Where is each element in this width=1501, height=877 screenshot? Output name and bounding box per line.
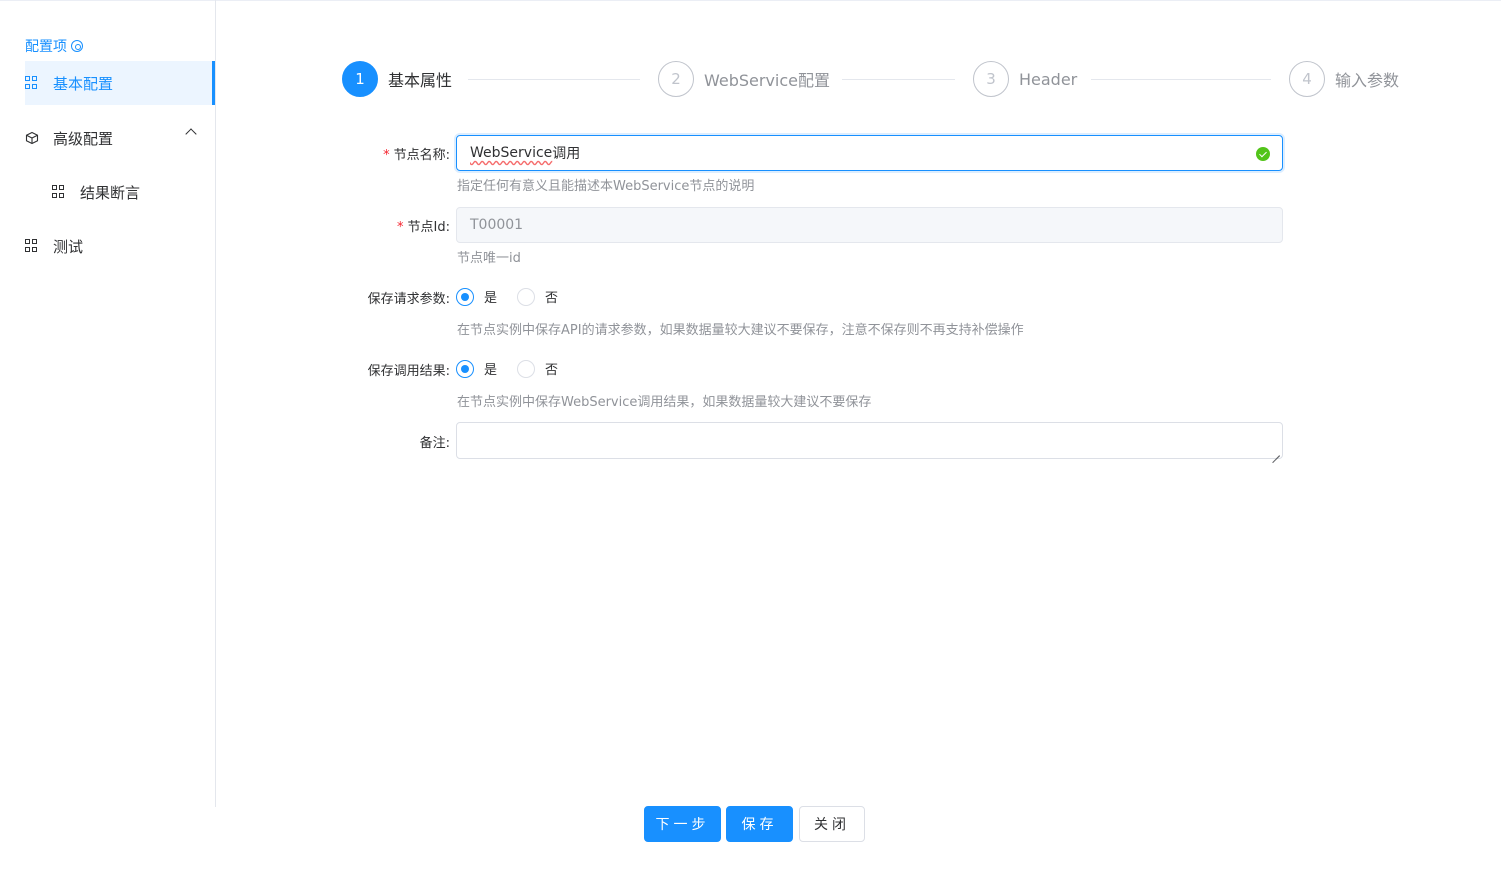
node-name-value-part: 调用 bbox=[552, 146, 581, 162]
check-circle-icon bbox=[1256, 147, 1270, 161]
resize-handle-icon[interactable] bbox=[1272, 448, 1280, 456]
sidebar-item-label: 高级配置 bbox=[53, 129, 114, 148]
node-id-input: T00001 bbox=[456, 207, 1283, 243]
grid-icon bbox=[25, 76, 39, 90]
step-connector bbox=[842, 79, 955, 80]
node-name-hint: 指定任何有意义且能描述本WebService节点的说明 bbox=[457, 179, 755, 194]
node-name-value-part: WebService bbox=[470, 145, 553, 161]
sidebar-item-label: 测试 bbox=[53, 237, 84, 256]
remark-textarea[interactable] bbox=[456, 422, 1283, 459]
top-divider bbox=[0, 0, 1501, 1]
required-marker: * bbox=[397, 220, 404, 235]
step-header[interactable]: 3 Header bbox=[973, 61, 1077, 97]
sidebar-item-label: 基本配置 bbox=[53, 74, 114, 93]
node-id-label: * 节点Id: bbox=[397, 220, 450, 235]
step-label: 输入参数 bbox=[1335, 71, 1400, 90]
sidebar-item-label: 结果断言 bbox=[80, 183, 141, 202]
radio-dot[interactable] bbox=[517, 359, 536, 378]
step-label: 基本属性 bbox=[388, 71, 453, 90]
radio-dot[interactable] bbox=[456, 359, 474, 378]
step-connector bbox=[468, 79, 640, 80]
radio-dot[interactable] bbox=[517, 287, 536, 306]
sidebar-item-test[interactable]: 测试 bbox=[25, 224, 215, 268]
node-name-input[interactable]: WebService 调用 bbox=[456, 135, 1283, 171]
steps-bar: 1 基本属性 2 WebService配置 3 Header 4 输入参数 bbox=[342, 61, 1402, 97]
step-number: 3 bbox=[973, 61, 1009, 97]
radio-yes[interactable]: 是 bbox=[456, 359, 497, 378]
step-number: 1 bbox=[342, 61, 378, 97]
sidebar-title-label: 配置项 bbox=[25, 39, 67, 55]
cube-icon bbox=[25, 131, 39, 145]
radio-yes[interactable]: 是 bbox=[456, 287, 497, 306]
grid-icon bbox=[25, 239, 39, 253]
close-button[interactable]: 关闭 bbox=[799, 806, 865, 842]
save-request-params-hint: 在节点实例中保存API的请求参数，如果数据量较大建议不要保存，注意不保存则不再支… bbox=[457, 323, 1024, 338]
sidebar: 配置项 基本配置 高级配置 结果断言 测试 bbox=[0, 0, 216, 807]
step-input-params[interactable]: 4 输入参数 bbox=[1289, 61, 1399, 97]
save-request-params-label: 保存请求参数: bbox=[367, 292, 450, 307]
step-label: WebService配置 bbox=[704, 71, 831, 90]
chevron-up-icon[interactable] bbox=[185, 128, 197, 140]
step-webservice-config[interactable]: 2 WebService配置 bbox=[658, 61, 830, 97]
sidebar-item-basic-config[interactable]: 基本配置 bbox=[25, 61, 215, 105]
grid-icon bbox=[52, 185, 66, 199]
sidebar-item-result-assertion[interactable]: 结果断言 bbox=[52, 170, 215, 214]
step-number: 2 bbox=[658, 61, 694, 97]
radio-dot[interactable] bbox=[456, 287, 474, 306]
step-label: Header bbox=[1019, 69, 1078, 89]
node-name-label: * 节点名称: bbox=[383, 148, 450, 163]
save-call-result-radio-group: 是 否 bbox=[456, 359, 578, 378]
sidebar-title: 配置项 bbox=[25, 36, 83, 56]
step-basic-attributes[interactable]: 1 基本属性 bbox=[342, 61, 452, 97]
sidebar-item-advanced-config[interactable]: 高级配置 bbox=[25, 116, 215, 160]
settings-icon bbox=[71, 40, 83, 52]
save-request-params-radio-group: 是 否 bbox=[456, 287, 578, 306]
node-id-hint: 节点唯一id bbox=[457, 251, 521, 266]
step-connector bbox=[1091, 79, 1271, 80]
remark-label: 备注: bbox=[419, 436, 450, 451]
next-step-button[interactable]: 下一步 bbox=[644, 806, 721, 842]
save-button[interactable]: 保存 bbox=[726, 806, 793, 842]
radio-no[interactable]: 否 bbox=[517, 287, 558, 306]
node-id-value: T00001 bbox=[470, 217, 524, 233]
save-call-result-label: 保存调用结果: bbox=[367, 364, 450, 379]
required-marker: * bbox=[383, 148, 390, 163]
radio-no[interactable]: 否 bbox=[517, 359, 558, 378]
step-number: 4 bbox=[1289, 61, 1325, 97]
save-call-result-hint: 在节点实例中保存WebService调用结果，如果数据量较大建议不要保存 bbox=[457, 395, 872, 410]
